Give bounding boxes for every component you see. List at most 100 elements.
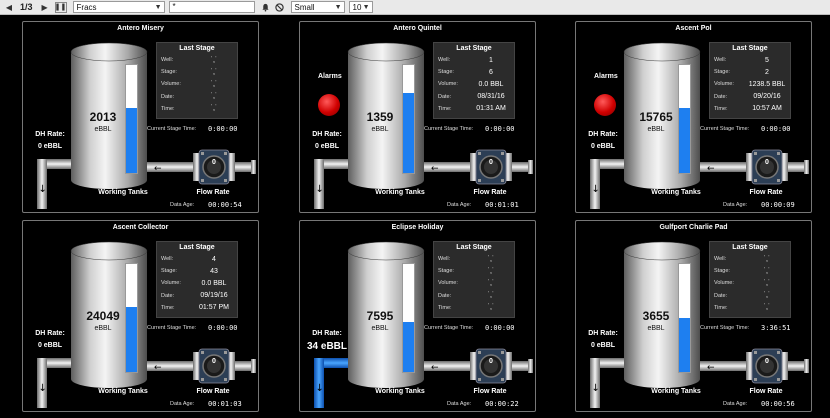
working-tanks-label: Working Tanks (375, 189, 425, 196)
down-arrow-icon: ↓ (39, 383, 47, 394)
stage-row-volume: Volume: ˙,˙ (157, 78, 237, 90)
prev-page-icon[interactable]: ◀ (0, 1, 18, 14)
frac-panel-4[interactable]: Ascent Collector ↓ ← 24049 eBBL 0 Last S… (22, 220, 259, 412)
left-arrow-icon: ← (154, 363, 162, 373)
current-stage-time-value: 0:00:00 (208, 324, 238, 332)
tank-unit-label: eBBL (371, 126, 389, 133)
count-select[interactable]: 10 ▼ (348, 1, 373, 13)
time-value: 01:31 AM (476, 105, 506, 113)
volume-value: ˙,˙ (210, 80, 218, 88)
left-arrow-icon: ← (707, 363, 715, 373)
flow-rate-label: Flow Rate (196, 388, 230, 395)
date-value: 08/31/16 (477, 93, 505, 101)
stage-row-stage: Stage: ˙,˙ (710, 265, 790, 277)
size-select-value: Small (294, 2, 315, 12)
last-stage-box: Last Stage Well: 5 Stage: 2 Volume: 1238.5 … (709, 42, 791, 119)
stage-label: Stage: (161, 268, 177, 275)
current-stage-time-label: Current Stage Time: (424, 126, 474, 132)
well-label: Well: (161, 57, 174, 64)
flow-gauge-value: 0 (212, 159, 216, 166)
bell-icon[interactable] (259, 1, 273, 14)
time-label: Time: (161, 304, 175, 311)
dh-rate-value: 0 eBBL (590, 342, 616, 349)
dh-rate-label: DH Rate: (35, 131, 65, 138)
pause-icon[interactable]: ❚❚ (54, 1, 67, 13)
stage-row-date: Date: 08/31/16 (434, 91, 514, 103)
last-stage-title: Last Stage (179, 45, 215, 52)
current-stage-time-value: 3:36:51 (761, 324, 791, 332)
flow-gauge-value: 0 (489, 159, 493, 166)
alarms-label: Alarms (594, 73, 618, 80)
dh-pipe-vertical (590, 358, 600, 408)
down-arrow-icon: ↓ (592, 383, 600, 394)
tank-volume-value: 2013 (89, 110, 117, 124)
dh-rate-label: DH Rate: (312, 330, 342, 337)
well-label: Well: (438, 256, 451, 263)
stage-row-volume: Volume: 0.0 BBL (434, 78, 514, 90)
panel-title: Ascent Collector (112, 224, 169, 231)
stage-value: ˙,˙ (763, 267, 771, 275)
stage-value: 2 (765, 68, 769, 76)
filter-input[interactable]: * (168, 1, 255, 13)
panel-title: Eclipse Holiday (391, 224, 444, 231)
volume-value: ˙,˙ (487, 279, 495, 287)
dh-pipe-horizontal (37, 358, 73, 368)
date-label: Date: (161, 292, 175, 299)
time-label: Time: (714, 105, 728, 112)
last-stage-box: Last Stage Well: 1 Stage: 6 Volume: 0.0 BBL… (433, 42, 515, 119)
data-age-label: Data Age: (170, 401, 195, 407)
data-age-label: Data Age: (447, 401, 472, 407)
data-age-value: 00:01:01 (485, 201, 519, 209)
date-value: ˙,˙ (763, 292, 771, 300)
panel-title: Antero Quintel (393, 25, 442, 32)
stage-row-date: Date: 09/19/16 (157, 290, 237, 302)
date-value: ˙,˙ (210, 93, 218, 101)
dh-rate-label: DH Rate: (312, 131, 342, 138)
panel-title: Gulfport Charlie Pad (659, 224, 728, 231)
stage-row-stage: Stage: ˙,˙ (157, 66, 237, 78)
data-age-value: 00:00:22 (485, 400, 519, 408)
stage-row-date: Date: ˙,˙ (710, 290, 790, 302)
stage-row-stage: Stage: 2 (710, 66, 790, 78)
block-icon[interactable] (273, 1, 287, 14)
tank-volume-value: 3655 (642, 309, 670, 323)
date-value: 09/20/16 (753, 93, 781, 101)
working-tanks-label: Working Tanks (98, 189, 148, 196)
well-label: Well: (438, 57, 451, 64)
frac-panel-5[interactable]: Eclipse Holiday ↓ ← 7595 eBBL 0 Last Sta… (299, 220, 536, 412)
chevron-down-icon: ▼ (334, 4, 342, 11)
volume-label: Volume: (438, 280, 458, 287)
tank-volume-value: 1359 (366, 110, 394, 124)
stage-row-volume: Volume: ˙,˙ (434, 277, 514, 289)
stage-label: Stage: (714, 268, 730, 275)
current-stage-time-label: Current Stage Time: (147, 325, 197, 331)
left-arrow-icon: ← (707, 164, 715, 174)
well-label: Well: (714, 57, 727, 64)
frac-panel-6[interactable]: Gulfport Charlie Pad ↓ ← 3655 eBBL 0 Las… (575, 220, 812, 412)
data-age-value: 00:00:56 (761, 400, 795, 408)
well-value: ˙,˙ (487, 255, 495, 263)
flow-rate-label: Flow Rate (749, 388, 783, 395)
chevron-down-icon: ▼ (362, 4, 370, 11)
data-age-label: Data Age: (723, 202, 748, 208)
time-value: 10:57 AM (752, 105, 782, 113)
frac-panel-1[interactable]: Antero Misery ↓ ← 2013 eBBL 0 Last Stage… (22, 21, 259, 213)
stage-label: Stage: (438, 69, 454, 76)
date-label: Date: (438, 292, 452, 299)
tank-unit-label: eBBL (647, 325, 665, 332)
next-page-icon[interactable]: ▶ (39, 1, 51, 14)
size-select[interactable]: Small ▼ (290, 1, 345, 13)
flow-rate-label: Flow Rate (749, 189, 783, 196)
frac-panel-3[interactable]: Ascent Pol ↓ ← 15765 eBBL 0 Alarms Last … (575, 21, 812, 213)
view-select[interactable]: Fracs ▼ (72, 1, 165, 13)
down-arrow-icon: ↓ (316, 184, 324, 195)
dh-rate-value: 0 eBBL (590, 143, 616, 150)
stage-label: Stage: (161, 69, 177, 76)
frac-panel-2[interactable]: Antero Quintel ↓ ← 1359 eBBL 0 Alarms La… (299, 21, 536, 213)
time-value: ˙,˙ (487, 304, 495, 312)
volume-value: ˙,˙ (763, 279, 771, 287)
data-age-value: 00:01:03 (208, 400, 242, 408)
data-age-value: 00:00:09 (761, 201, 795, 209)
volume-label: Volume: (714, 280, 734, 287)
panel-title: Ascent Pol (675, 25, 712, 32)
